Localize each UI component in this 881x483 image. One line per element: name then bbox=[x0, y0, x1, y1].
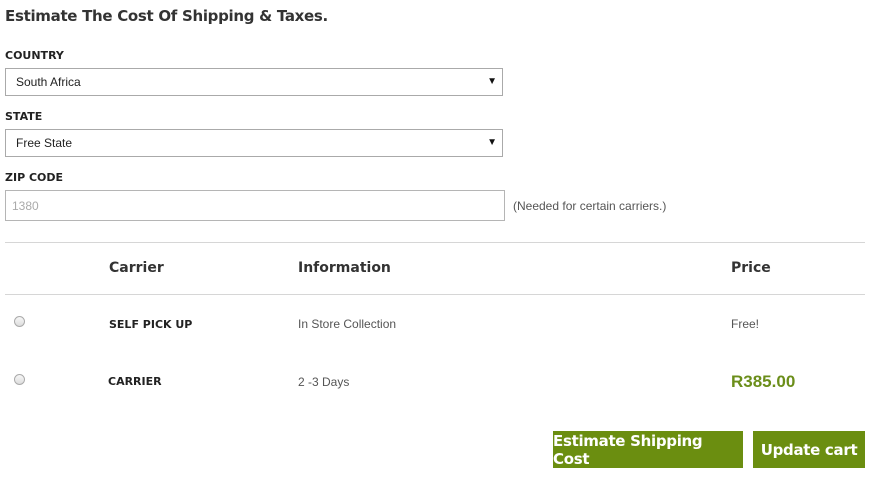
divider bbox=[5, 242, 865, 243]
country-value: South Africa bbox=[16, 75, 81, 89]
divider bbox=[5, 294, 865, 295]
carrier-information: In Store Collection bbox=[298, 317, 397, 331]
chevron-down-icon: ▼ bbox=[487, 76, 497, 87]
carrier-information: 2 -3 Days bbox=[298, 375, 350, 389]
carrier-radio-carrier[interactable] bbox=[14, 374, 25, 385]
carrier-price: R385.00 bbox=[731, 372, 796, 391]
country-select[interactable]: South Africa ▼ bbox=[5, 68, 503, 96]
state-select[interactable]: Free State ▼ bbox=[5, 129, 503, 157]
header-carrier: Carrier bbox=[109, 260, 164, 276]
carrier-name: CARRIER bbox=[108, 375, 162, 388]
carrier-price: Free! bbox=[731, 317, 760, 331]
state-label: STATE bbox=[5, 110, 43, 123]
state-value: Free State bbox=[16, 136, 73, 150]
header-information: Information bbox=[298, 260, 391, 276]
estimate-shipping-button[interactable]: Estimate Shipping Cost bbox=[553, 431, 743, 468]
carrier-name: SELF PICK UP bbox=[109, 318, 193, 331]
chevron-down-icon: ▼ bbox=[487, 137, 497, 148]
country-label: COUNTRY bbox=[5, 49, 64, 62]
zip-code-value: 1380 bbox=[12, 198, 39, 213]
zip-label: ZIP CODE bbox=[5, 171, 64, 184]
page-title: Estimate The Cost Of Shipping & Taxes. bbox=[5, 7, 328, 25]
update-cart-button[interactable]: Update cart bbox=[753, 431, 865, 468]
zip-hint: (Needed for certain carriers.) bbox=[513, 199, 667, 213]
zip-code-input[interactable]: 1380 bbox=[5, 190, 505, 221]
carrier-radio-self-pickup[interactable] bbox=[14, 316, 25, 327]
header-price: Price bbox=[731, 260, 771, 276]
